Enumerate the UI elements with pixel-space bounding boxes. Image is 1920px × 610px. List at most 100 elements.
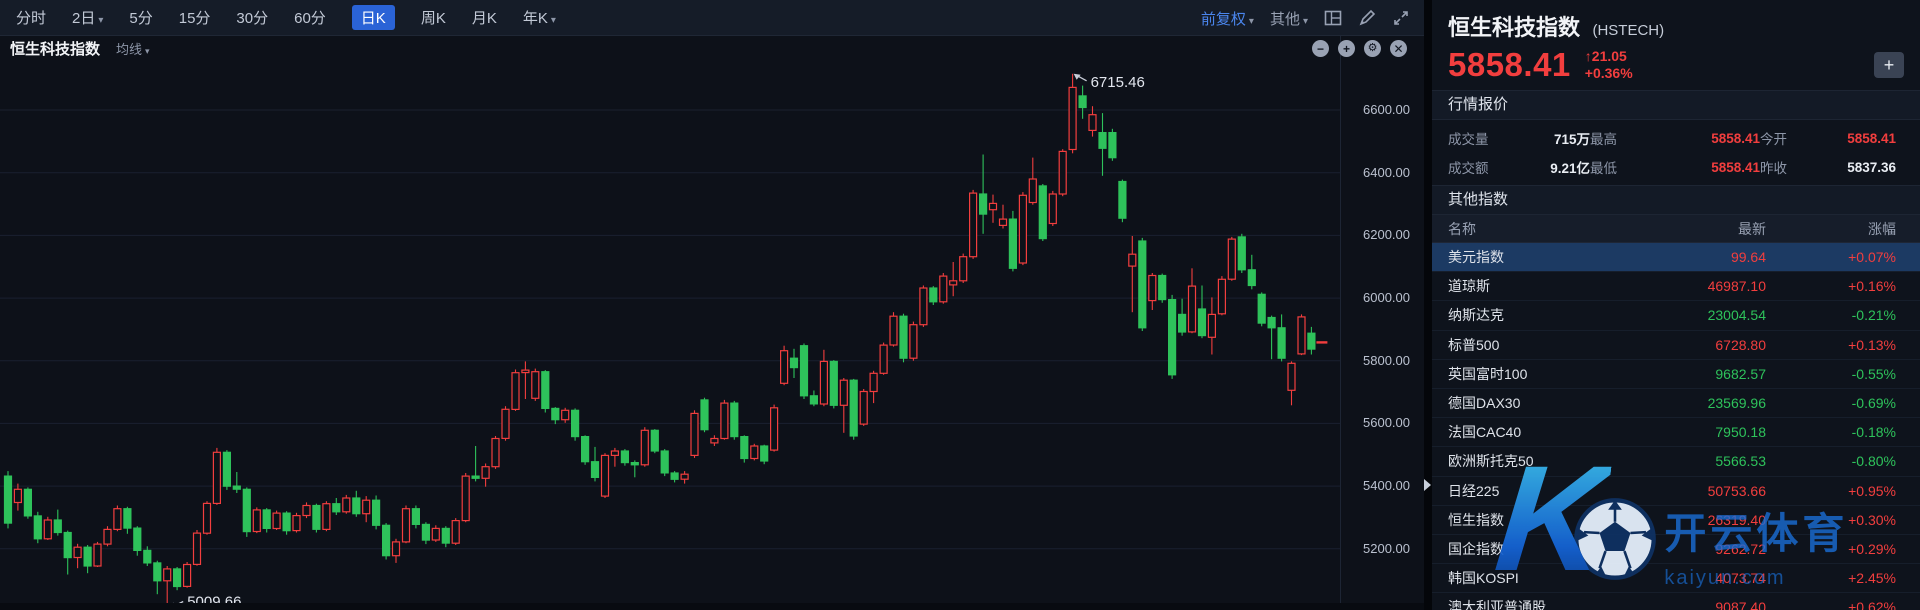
index-row-name: 美元指数 bbox=[1448, 249, 1504, 266]
panel-header: 恒生科技指数 (HSTECH) bbox=[1432, 0, 1920, 42]
stock-trading-app: 分时 2日 ▾ 5分 15分 30分 60分 日K 周K 月K 年K ▾ 前复权 ▾ 其他 ▾ 恒生科技指… bbox=[0, 0, 1920, 610]
index-row[interactable]: 恒生指数 26319.40 +0.30% bbox=[1432, 506, 1920, 535]
section-other-indices: 其他指数 bbox=[1432, 185, 1920, 215]
quote-label: 最低 bbox=[1590, 161, 1617, 176]
price-change-percent: +0.36% bbox=[1584, 65, 1633, 81]
index-row[interactable]: 美元指数 99.64 +0.07% bbox=[1432, 243, 1920, 273]
quote-panel: 恒生科技指数 (HSTECH) 5858.41 ↑21.05 +0.36% + … bbox=[1432, 0, 1920, 610]
current-price: 5858.41 bbox=[1448, 46, 1571, 83]
col-last: 最新 bbox=[1738, 220, 1766, 237]
add-to-watchlist-button[interactable]: + bbox=[1874, 52, 1904, 78]
index-row-pct: +2.45% bbox=[1848, 570, 1896, 587]
chart-region: 分时 2日 ▾ 5分 15分 30分 60分 日K 周K 月K 年K ▾ 前复权 ▾ 其他 ▾ 恒生科技指… bbox=[0, 0, 1424, 610]
index-row-value: 4073.74 bbox=[1715, 570, 1766, 587]
index-row[interactable]: 道琼斯 46987.10 +0.16% bbox=[1432, 272, 1920, 302]
price-row: 5858.41 ↑21.05 +0.36% + bbox=[1432, 42, 1920, 90]
index-row-name: 道琼斯 bbox=[1448, 278, 1490, 295]
index-row-name: 纳斯达克 bbox=[1448, 307, 1504, 324]
index-row[interactable]: 法国CAC40 7950.18 -0.18% bbox=[1432, 418, 1920, 448]
quote-value: 715万 bbox=[1553, 132, 1590, 147]
index-row-value: 6728.80 bbox=[1715, 336, 1766, 353]
ma-lines-dropdown[interactable]: 均线 ▾ bbox=[116, 39, 150, 58]
index-row-name: 法国CAC40 bbox=[1448, 424, 1522, 441]
svg-text:6715.46: 6715.46 bbox=[1091, 74, 1145, 91]
settings-gear-icon[interactable]: ⚙ bbox=[1364, 40, 1381, 57]
index-row-pct: -0.21% bbox=[1851, 307, 1896, 324]
index-name: 恒生科技指数 bbox=[1448, 15, 1581, 40]
index-row-name: 欧洲斯托克50 bbox=[1448, 453, 1534, 470]
quote-label: 最高 bbox=[1590, 132, 1617, 147]
col-name: 名称 bbox=[1448, 220, 1476, 237]
index-row-pct: +0.07% bbox=[1848, 249, 1896, 266]
index-row[interactable]: 纳斯达克 23004.54 -0.21% bbox=[1432, 301, 1920, 331]
indices-table: 美元指数 99.64 +0.07% 道琼斯 46987.10 +0.16% 纳斯达克 2300… bbox=[1432, 243, 1920, 610]
quote-label: 成交额 bbox=[1448, 161, 1489, 176]
chart-title: 恒生科技指数 bbox=[10, 41, 101, 58]
index-row-pct: +0.30% bbox=[1848, 511, 1896, 528]
zoom-in-icon[interactable]: + bbox=[1338, 40, 1355, 57]
index-row-name: 国企指数 bbox=[1448, 540, 1504, 557]
index-row-value: 46987.10 bbox=[1707, 278, 1766, 295]
index-row-value: 9087.40 bbox=[1715, 599, 1766, 610]
index-row-name: 恒生指数 bbox=[1448, 511, 1504, 528]
index-row-pct: +0.62% bbox=[1848, 599, 1896, 610]
index-row-pct: -0.55% bbox=[1851, 365, 1896, 382]
index-row[interactable]: 德国DAX30 23569.96 -0.69% bbox=[1432, 389, 1920, 419]
price-change: ↑21.05 bbox=[1584, 48, 1627, 64]
index-row-name: 韩国KOSPI bbox=[1448, 570, 1519, 587]
index-row-pct: -0.80% bbox=[1851, 453, 1896, 470]
quote-label: 成交量 bbox=[1448, 132, 1489, 147]
indices-table-header: 名称 最新 涨幅 bbox=[1432, 215, 1920, 243]
panel-divider[interactable] bbox=[1424, 0, 1432, 610]
chevron-down-icon: ▾ bbox=[145, 46, 150, 56]
quote-label: 今开 bbox=[1760, 132, 1787, 147]
index-row[interactable]: 日经225 50753.66 +0.95% bbox=[1432, 477, 1920, 506]
chart-control-icons: − + ⚙ ✕ bbox=[1312, 40, 1407, 57]
close-icon[interactable]: ✕ bbox=[1390, 40, 1407, 57]
index-row-value: 7950.18 bbox=[1715, 424, 1766, 441]
index-row-name: 英国富时100 bbox=[1448, 365, 1528, 382]
index-row[interactable]: 国企指数 9262.72 +0.29% bbox=[1432, 535, 1920, 565]
col-pct: 涨幅 bbox=[1868, 220, 1896, 237]
index-row-name: 澳大利亚普通股 bbox=[1448, 599, 1546, 610]
index-row[interactable]: 澳大利亚普通股 9087.40 +0.62% bbox=[1432, 593, 1920, 610]
quote-value: 5858.41 bbox=[1711, 130, 1760, 146]
chart-subheader: 恒生科技指数 均线 ▾ bbox=[10, 38, 150, 59]
index-row-pct: +0.16% bbox=[1848, 278, 1896, 295]
index-row-pct: +0.29% bbox=[1848, 540, 1896, 557]
index-row-name: 日经225 bbox=[1448, 482, 1500, 499]
index-code: (HSTECH) bbox=[1592, 22, 1665, 39]
zoom-out-icon[interactable]: − bbox=[1312, 40, 1329, 57]
index-row-value: 9262.72 bbox=[1715, 540, 1766, 557]
quote-value: 5858.41 bbox=[1847, 130, 1896, 146]
index-row-value: 23569.96 bbox=[1707, 395, 1766, 412]
index-row[interactable]: 标普500 6728.80 +0.13% bbox=[1432, 331, 1920, 360]
time-axis-strip bbox=[0, 603, 1424, 610]
quote-grid: 成交量 715万 最高 5858.41 今开 5858.41 成交额 9.21亿 最低 5858.… bbox=[1432, 120, 1920, 185]
panel-collapse-handle[interactable] bbox=[1424, 479, 1431, 491]
index-row-value: 23004.54 bbox=[1707, 307, 1766, 324]
axis-divider bbox=[1340, 36, 1341, 603]
index-row[interactable]: 英国富时100 9682.57 -0.55% bbox=[1432, 360, 1920, 389]
index-row-value: 5566.53 bbox=[1715, 453, 1766, 470]
candlestick-chart[interactable]: 6715.465009.66 bbox=[0, 0, 1424, 610]
quote-value: 5837.36 bbox=[1847, 159, 1896, 175]
index-row-pct: -0.18% bbox=[1851, 424, 1896, 441]
index-row-pct: +0.13% bbox=[1848, 336, 1896, 353]
index-row-value: 50753.66 bbox=[1707, 482, 1766, 499]
index-row-pct: -0.69% bbox=[1851, 395, 1896, 412]
change-block: ↑21.05 +0.36% bbox=[1585, 48, 1633, 82]
index-row-value: 9682.57 bbox=[1715, 365, 1766, 382]
quote-label: 昨收 bbox=[1760, 161, 1787, 176]
index-row-pct: +0.95% bbox=[1848, 482, 1896, 499]
ma-label: 均线 bbox=[116, 42, 143, 57]
index-row[interactable]: 欧洲斯托克50 5566.53 -0.80% bbox=[1432, 447, 1920, 477]
section-quotes: 行情报价 bbox=[1432, 90, 1920, 120]
quote-value: 5858.41 bbox=[1711, 159, 1760, 175]
index-row[interactable]: 韩国KOSPI 4073.74 +2.45% bbox=[1432, 564, 1920, 594]
index-row-value: 26319.40 bbox=[1707, 511, 1766, 528]
index-row-name: 标普500 bbox=[1448, 336, 1500, 353]
quote-value: 9.21亿 bbox=[1550, 161, 1590, 176]
index-row-value: 99.64 bbox=[1730, 249, 1766, 266]
index-row-name: 德国DAX30 bbox=[1448, 395, 1521, 412]
